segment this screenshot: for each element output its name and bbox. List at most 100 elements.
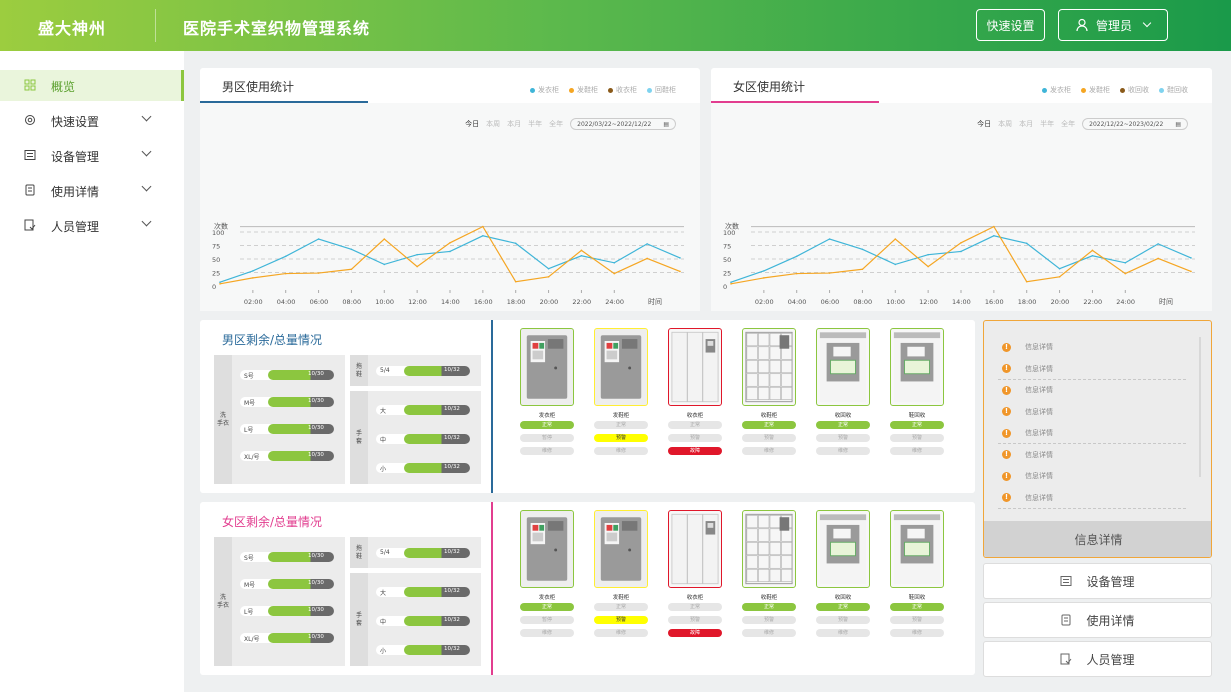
stock-group: 拖鞋 5/4 10/32 [350, 355, 481, 386]
cabinet-status-pill[interactable]: 维修 [890, 629, 944, 637]
period-tab[interactable]: 本周 [486, 119, 500, 129]
cabinet-status-pill[interactable]: 正常 [520, 421, 574, 429]
cabinet-status-pill[interactable]: 维修 [520, 629, 574, 637]
data-point [960, 250, 962, 253]
group-label-text: 手衣 [216, 601, 229, 609]
cabinet-status-pill[interactable]: 预警 [890, 616, 944, 624]
cabinet-status-pill[interactable]: 预警 [594, 434, 648, 442]
x-tick-label: 20:00 [540, 298, 559, 306]
cabinet-name: 收鞋柜 [760, 595, 778, 601]
cabinet-status-pill[interactable]: 预警 [816, 434, 870, 442]
date-range-picker[interactable]: 2022/12/22~2023/02/22 ▤ [1082, 118, 1188, 130]
cabinet-status-pill[interactable]: 维修 [816, 447, 870, 455]
info-panel: ! 信息详情! 信息详情! 信息详情! 信息详情! 信息详情! 信息详情! 信息详情! 信息详情… [983, 320, 1212, 558]
cabinet-status-pill[interactable]: 预警 [816, 616, 870, 624]
data-point [547, 267, 550, 270]
cabinet-status-pill[interactable]: 预警 [742, 434, 796, 442]
cabinet-status-pill[interactable]: 维修 [816, 629, 870, 637]
cabinet-status-pill[interactable]: 维修 [594, 447, 648, 455]
cabinet-status-pill[interactable]: 维修 [742, 629, 796, 637]
cabinet-status-pill[interactable]: 维修 [742, 447, 796, 455]
cabinet-status-pill[interactable]: 正常 [816, 421, 870, 429]
cabinet-status-pill[interactable]: 正常 [594, 603, 648, 611]
data-point [1190, 270, 1192, 273]
sidebar-item-3[interactable]: 使用详情 [0, 175, 184, 206]
cabinet-status-pill[interactable]: 维修 [890, 447, 944, 455]
period-tab[interactable]: 半年 [528, 119, 542, 129]
cabinet-name: 收回收 [834, 413, 852, 419]
data-point [416, 265, 418, 268]
data-point [252, 270, 254, 272]
period-tab[interactable]: 半年 [1040, 119, 1054, 129]
shortcut-device-button[interactable]: 设备管理 [983, 563, 1212, 599]
cabinet-status-pill[interactable]: 正常 [742, 421, 796, 429]
info-item[interactable]: ! 信息详情 [1002, 359, 1192, 379]
sidebar-item-2[interactable]: 设备管理 [0, 140, 184, 171]
info-item[interactable]: ! 信息详情 [1002, 488, 1192, 508]
info-item[interactable]: ! 信息详情 [1002, 380, 1192, 400]
cabinet-status-pill[interactable]: 正常 [668, 421, 722, 429]
shortcut-people-button[interactable]: 人员管理 [983, 641, 1212, 677]
cabinet-status-pill[interactable]: 维修 [520, 447, 574, 455]
stock-bar: 小 10/32 [376, 645, 470, 655]
data-point [763, 270, 765, 272]
zone-title: 女区剩余/总量情况 [222, 515, 323, 529]
cabinet-status-pill[interactable]: 故障 [668, 447, 722, 455]
info-item[interactable]: ! 信息详情 [1002, 402, 1192, 422]
sidebar-item-1[interactable]: 快速设置 [0, 105, 184, 136]
info-item[interactable]: ! 信息详情 [1002, 423, 1192, 443]
group-label-text: 手 [355, 429, 362, 437]
x-tick-label: 02:00 [244, 298, 263, 306]
sidebar-item-4[interactable]: 人员管理 [0, 210, 184, 241]
group-label-text: 套 [355, 619, 362, 627]
data-point [646, 243, 648, 245]
chevron-down-icon [141, 146, 152, 157]
shortcut-detail-button[interactable]: 使用详情 [983, 602, 1212, 638]
period-tab[interactable]: 本月 [507, 119, 521, 129]
cabinet-status-pill[interactable]: 正常 [594, 421, 648, 429]
cabinet-status-pill[interactable]: 正常 [816, 603, 870, 611]
cabinet-name: 发衣柜 [538, 595, 556, 601]
period-tab[interactable]: 全年 [549, 119, 563, 129]
stock-value: 10/32 [444, 617, 460, 623]
sidebar-item-0[interactable]: 概览 [0, 70, 184, 101]
stock-group: 手套 大 10/32 中 10/32 小 10/32 [350, 391, 481, 484]
cabinet-status-pill[interactable]: 正常 [668, 603, 722, 611]
date-range-picker[interactable]: 2022/03/22~2022/12/22 ▤ [570, 118, 676, 130]
cabinet-status-pill[interactable]: 暂停 [520, 434, 574, 442]
data-point [679, 257, 681, 259]
cabinet-status-pill[interactable]: 正常 [890, 603, 944, 611]
info-item-label: 信息详情 [1025, 364, 1053, 373]
admin-menu-button[interactable]: 管理员 [1058, 9, 1168, 41]
cabinet-status-pill[interactable]: 预警 [890, 434, 944, 442]
cabinet-status-pill[interactable]: 预警 [594, 616, 648, 624]
stock-group-label: 洗手衣 [214, 355, 232, 484]
quick-settings-button[interactable]: 快速设置 [976, 9, 1045, 41]
cabinet-status-pill[interactable]: 预警 [668, 616, 722, 624]
cabinet-status-pill[interactable]: 正常 [520, 603, 574, 611]
period-tab[interactable]: 今日 [977, 119, 991, 129]
period-tab[interactable]: 今日 [465, 119, 479, 129]
cabinet-status-pill[interactable]: 暂停 [520, 616, 574, 624]
info-item[interactable]: ! 信息详情 [1002, 466, 1192, 486]
cabinet-status-pill[interactable]: 故障 [668, 629, 722, 637]
legend-label: 发鞋柜 [1089, 86, 1110, 94]
info-detail-button[interactable]: 信息详情 [984, 521, 1211, 557]
stock-fill [404, 587, 470, 597]
cabinet-status-pill[interactable]: 预警 [742, 616, 796, 624]
info-item[interactable]: ! 信息详情 [1002, 445, 1192, 465]
period-tab[interactable]: 全年 [1061, 119, 1075, 129]
x-tick-label: 24:00 [1116, 298, 1135, 306]
cabinet-status-pill[interactable]: 维修 [594, 629, 648, 637]
info-item[interactable]: ! 信息详情 [1002, 337, 1192, 357]
stock-bar: 5/4 10/32 [376, 366, 470, 376]
period-tab[interactable]: 本月 [1019, 119, 1033, 129]
info-separator [998, 507, 1186, 509]
scrollbar[interactable] [1199, 337, 1201, 477]
cabinet-status-pill[interactable]: 预警 [668, 434, 722, 442]
period-tab[interactable]: 本周 [998, 119, 1012, 129]
cabinet-name: 发鞋柜 [612, 595, 630, 601]
data-point [1025, 242, 1028, 245]
cabinet-status-pill[interactable]: 正常 [742, 603, 796, 611]
cabinet-status-pill[interactable]: 正常 [890, 421, 944, 429]
